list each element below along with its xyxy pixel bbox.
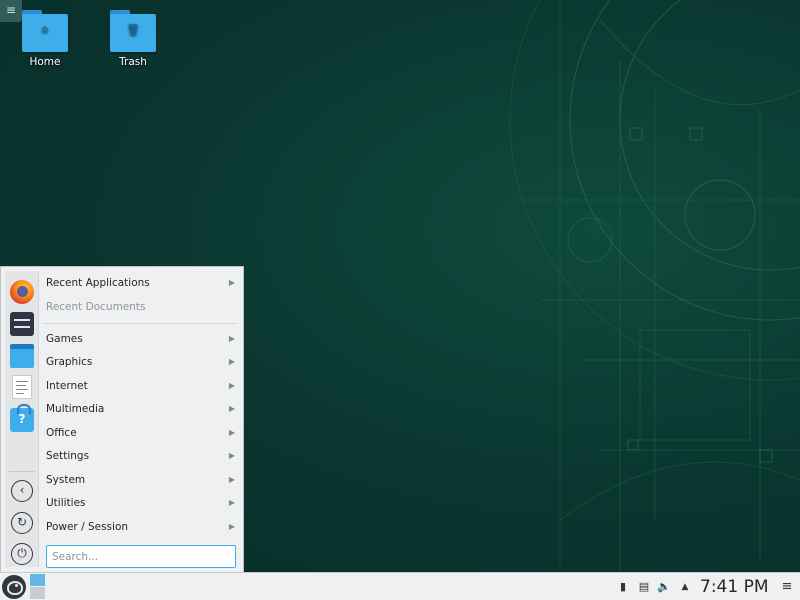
device-notifier-icon[interactable]: ▮ bbox=[617, 580, 629, 594]
search-input[interactable] bbox=[46, 545, 236, 568]
virtual-desktop-pager[interactable] bbox=[30, 574, 45, 599]
bottom-panel: ▮ ▤ 🔈 ▲ 7:41 PM ≡ bbox=[0, 572, 800, 600]
firefox-icon[interactable] bbox=[10, 280, 34, 304]
desktop-icon-label: Home bbox=[29, 56, 61, 68]
back-icon[interactable]: ‹ bbox=[11, 480, 33, 502]
text-editor-icon[interactable] bbox=[12, 375, 32, 399]
menu-item-label: Office bbox=[46, 427, 77, 439]
trash-folder-icon: 🗑 bbox=[110, 10, 156, 52]
favorites-sidebar: ? ‹ ↻ ⏻ bbox=[5, 271, 39, 567]
refresh-icon[interactable]: ↻ bbox=[11, 512, 33, 534]
menu-item-label: System bbox=[46, 474, 86, 486]
desktop-icon-trash[interactable]: 🗑 Trash bbox=[98, 10, 168, 68]
system-settings-icon[interactable] bbox=[10, 312, 34, 336]
menu-item-settings[interactable]: Settings ▶ bbox=[43, 445, 239, 467]
chevron-right-icon: ▶ bbox=[228, 334, 235, 343]
menu-item-label: Utilities bbox=[46, 497, 86, 509]
clipboard-icon[interactable]: ▤ bbox=[638, 580, 650, 594]
application-launcher-icon[interactable] bbox=[2, 575, 26, 599]
volume-icon[interactable]: 🔈 bbox=[657, 580, 671, 594]
software-store-icon[interactable]: ? bbox=[10, 404, 34, 432]
menu-item-internet[interactable]: Internet ▶ bbox=[43, 375, 239, 397]
application-menu: ? ‹ ↻ ⏻ Recent Applications ▶ Recent Doc… bbox=[0, 266, 244, 572]
chevron-right-icon: ▶ bbox=[228, 451, 235, 460]
category-separator bbox=[43, 323, 237, 324]
chevron-right-icon: ▶ bbox=[228, 498, 235, 507]
menu-item-office[interactable]: Office ▶ bbox=[43, 422, 239, 444]
menu-item-recent-documents: Recent Documents bbox=[43, 296, 239, 318]
menu-item-system[interactable]: System ▶ bbox=[43, 469, 239, 491]
chevron-right-icon: ▶ bbox=[228, 381, 235, 390]
desktop-2[interactable] bbox=[30, 587, 45, 599]
menu-item-label: Multimedia bbox=[46, 403, 105, 415]
menu-item-power-session[interactable]: Power / Session ▶ bbox=[43, 516, 239, 538]
menu-item-multimedia[interactable]: Multimedia ▶ bbox=[43, 398, 239, 420]
desktop-1[interactable] bbox=[30, 574, 45, 586]
desktop-icon-home[interactable]: ⌂ Home bbox=[10, 10, 80, 68]
menu-item-label: Games bbox=[46, 333, 83, 345]
menu-item-games[interactable]: Games ▶ bbox=[43, 328, 239, 350]
chevron-right-icon: ▶ bbox=[228, 522, 235, 531]
menu-item-label: Settings bbox=[46, 450, 90, 462]
chevron-right-icon: ▶ bbox=[228, 428, 235, 437]
menu-item-label: Power / Session bbox=[46, 521, 129, 533]
file-manager-icon[interactable] bbox=[10, 344, 34, 368]
menu-item-label: Graphics bbox=[46, 356, 93, 368]
menu-item-label: Recent Documents bbox=[46, 301, 146, 313]
favorites-separator bbox=[9, 471, 35, 472]
menu-item-label: Recent Applications bbox=[46, 277, 150, 289]
desktop-icon-label: Trash bbox=[119, 56, 147, 68]
chevron-right-icon: ▶ bbox=[228, 475, 235, 484]
chevron-right-icon: ▶ bbox=[228, 404, 235, 413]
menu-item-graphics[interactable]: Graphics ▶ bbox=[43, 351, 239, 373]
chevron-right-icon: ▶ bbox=[228, 278, 235, 287]
home-folder-icon: ⌂ bbox=[22, 10, 68, 52]
menu-item-label: Internet bbox=[46, 380, 88, 392]
power-icon[interactable]: ⏻ bbox=[11, 543, 33, 565]
show-hidden-arrow-icon[interactable]: ▲ bbox=[679, 580, 691, 594]
digital-clock[interactable]: 7:41 PM bbox=[700, 576, 769, 598]
panel-options-icon[interactable]: ≡ bbox=[780, 579, 794, 595]
chevron-right-icon: ▶ bbox=[228, 357, 235, 366]
menu-item-recent-applications[interactable]: Recent Applications ▶ bbox=[43, 272, 239, 294]
menu-item-utilities[interactable]: Utilities ▶ bbox=[43, 492, 239, 514]
